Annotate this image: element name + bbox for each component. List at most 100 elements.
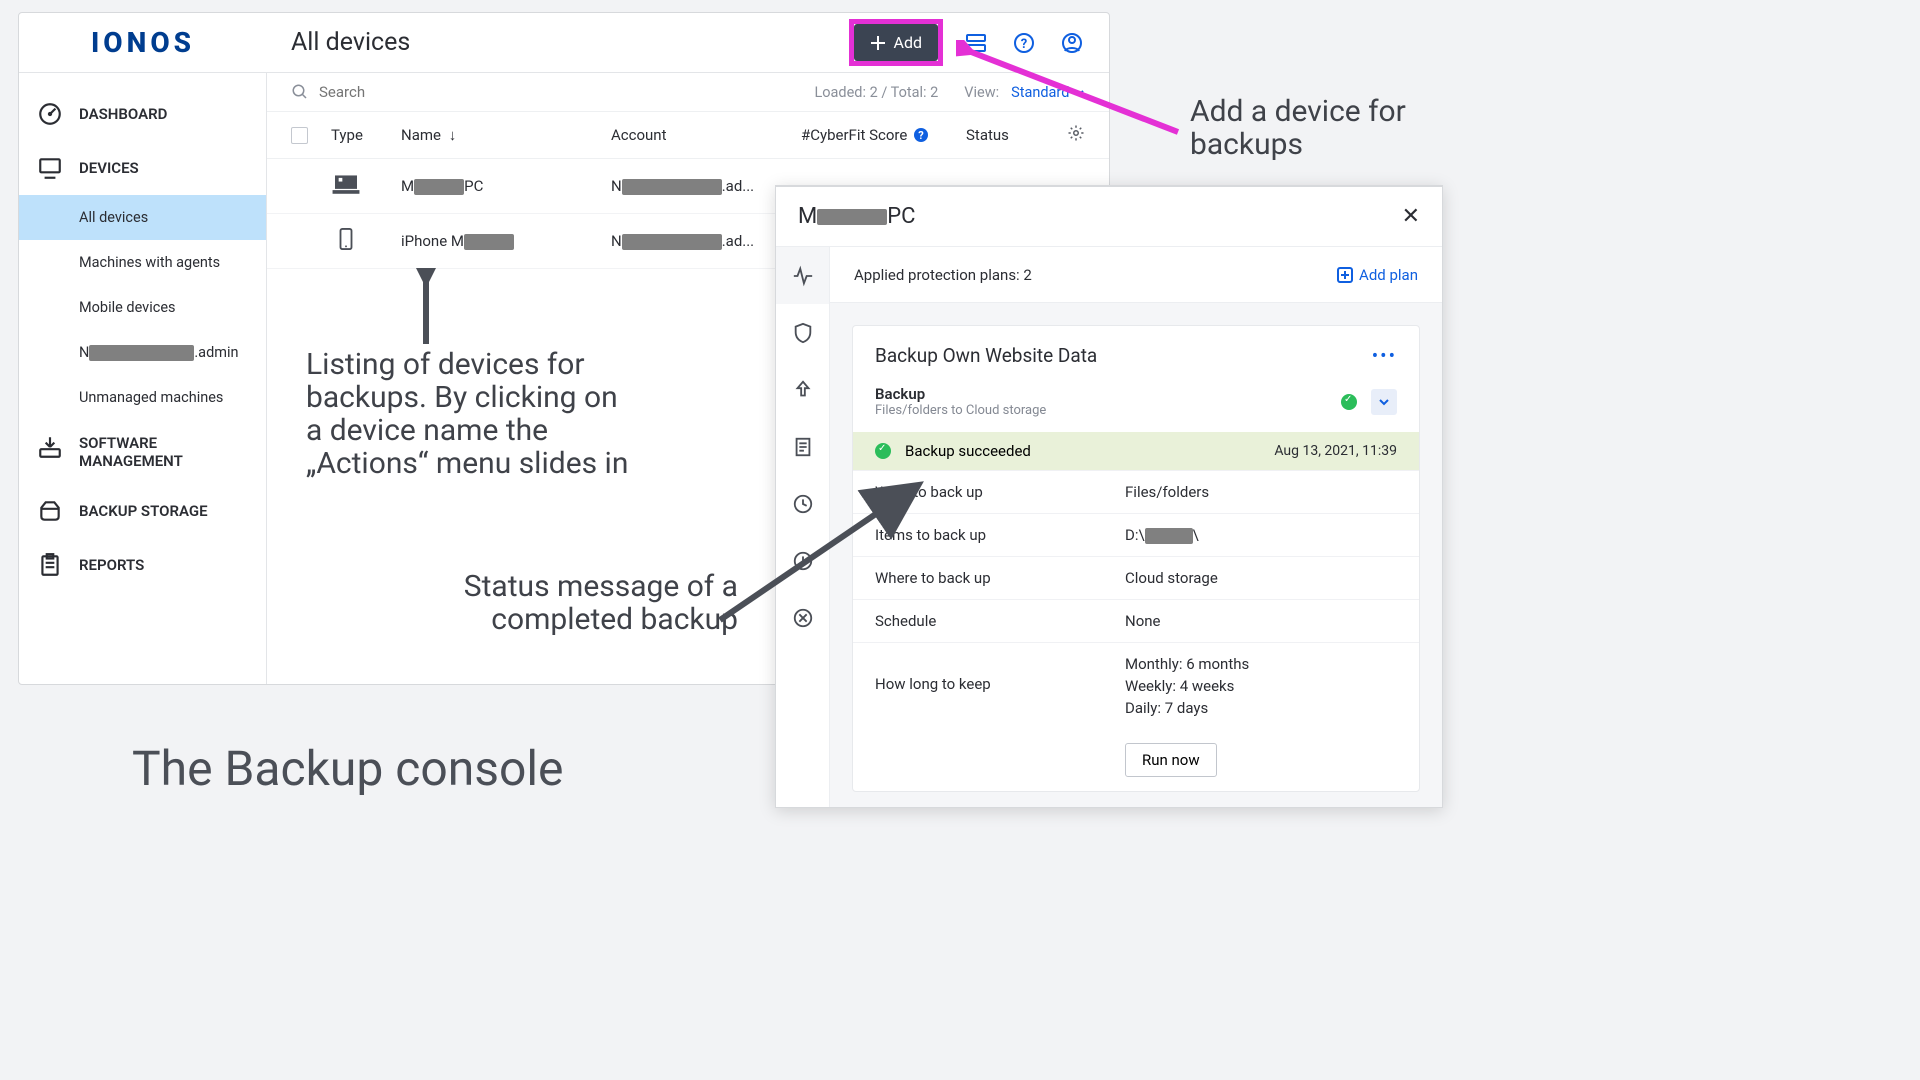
recovery-icon [792, 379, 814, 401]
type-cell [331, 173, 401, 199]
success-icon [875, 443, 891, 459]
redacted [622, 179, 722, 195]
plan-card-title-row: Backup Own Website Data ••• [853, 326, 1419, 381]
detail-label: Where to back up [875, 569, 1125, 587]
run-now-button[interactable]: Run now [1125, 743, 1217, 777]
col-cyberfit[interactable]: #CyberFit Score ? [801, 126, 966, 144]
sidebar-item-machines-agents[interactable]: Machines with agents [19, 240, 266, 285]
applied-plans-text: Applied protection plans: 2 [854, 266, 1032, 284]
search-wrap [291, 83, 802, 101]
table-header: Type Name ↓ Account #CyberFit Score ? St… [267, 112, 1109, 159]
plan-header: Applied protection plans: 2 Add plan [830, 247, 1442, 303]
detail-label: How long to keep [875, 655, 1125, 693]
select-all-checkbox[interactable] [291, 127, 331, 144]
search-icon [291, 83, 309, 101]
detail-row-keep: How long to keep Monthly: 6 months Weekl… [853, 642, 1419, 729]
redacted [464, 234, 514, 250]
detail-row-items: Items to back up D:\\ [853, 513, 1419, 556]
success-timestamp: Aug 13, 2021, 11:39 [1274, 443, 1397, 459]
chevron-down-icon [1073, 87, 1085, 99]
sidebar-item-all-devices[interactable]: All devices [19, 195, 266, 240]
tab-receipt[interactable] [776, 418, 829, 475]
redacted [89, 345, 194, 361]
tab-protection[interactable] [776, 304, 829, 361]
panel-content: Applied protection plans: 2 Add plan Bac… [830, 247, 1442, 807]
search-input[interactable] [319, 83, 519, 101]
panel-title-row: MPC ✕ [776, 187, 1442, 247]
plus-box-icon [1337, 267, 1353, 283]
add-button[interactable]: Add [854, 24, 938, 61]
logo: IONOS [19, 13, 267, 73]
redacted [817, 209, 887, 225]
sidebar-item-label: DASHBOARD [79, 105, 167, 123]
help-icon[interactable]: ? [1009, 28, 1039, 58]
loaded-count: Loaded: 2 / Total: 2 [814, 84, 938, 101]
tab-history[interactable] [776, 475, 829, 532]
page-title: All devices [267, 28, 849, 57]
col-status[interactable]: Status [966, 126, 1066, 144]
detail-row-where: Where to back up Cloud storage [853, 556, 1419, 599]
details-panel: MPC ✕ Applied protection plans: 2 Add pl… [775, 185, 1443, 808]
clipboard-icon [37, 552, 63, 578]
tab-recovery[interactable] [776, 361, 829, 418]
add-plan-button[interactable]: Add plan [1337, 266, 1418, 284]
detail-label: What to back up [875, 483, 1125, 501]
col-name[interactable]: Name ↓ [401, 126, 611, 144]
sidebar-item-mobile-devices[interactable]: Mobile devices [19, 285, 266, 330]
phone-icon [331, 228, 361, 250]
add-button-highlight: Add [849, 19, 943, 66]
tab-alerts[interactable] [776, 532, 829, 589]
success-message: Backup succeeded [905, 442, 1031, 460]
table-settings[interactable] [1066, 124, 1085, 146]
name-cell: MPC [401, 177, 611, 195]
receipt-icon [792, 436, 814, 458]
col-type[interactable]: Type [331, 126, 401, 144]
backup-desc: Files/folders to Cloud storage [875, 403, 1046, 418]
sidebar-item-reports[interactable]: REPORTS [19, 538, 266, 592]
name-cell: iPhone M [401, 232, 611, 250]
svg-text:?: ? [1021, 37, 1027, 52]
plan-menu-icon[interactable]: ••• [1372, 344, 1397, 367]
header-actions: Add ? [849, 19, 1109, 66]
detail-value: D:\\ [1125, 526, 1397, 544]
view-dropdown[interactable]: Standard [1011, 84, 1085, 101]
sidebar-item-software[interactable]: SOFTWARE MANAGEMENT [19, 420, 266, 484]
account-icon[interactable] [1057, 28, 1087, 58]
sidebar-item-dashboard[interactable]: DASHBOARD [19, 87, 266, 141]
download-icon [37, 434, 63, 460]
backup-section-header: Backup Files/folders to Cloud storage [853, 381, 1419, 432]
shield-icon [792, 322, 814, 344]
sort-down-icon: ↓ [449, 126, 457, 144]
account-cell: N.ad... [611, 232, 801, 250]
panel-tabs [776, 247, 830, 807]
status-ok-icon [1341, 394, 1357, 410]
gauge-icon [37, 101, 63, 127]
info-icon[interactable]: ? [913, 127, 929, 143]
sidebar-item-label: Machines with agents [79, 254, 220, 271]
sidebar-item-label: Unmanaged machines [79, 389, 223, 406]
sidebar-item-label: REPORTS [79, 556, 144, 574]
sidebar-item-label: Mobile devices [79, 299, 176, 316]
monitor-icon [37, 155, 63, 181]
chevron-down-icon [1378, 396, 1390, 408]
sidebar-item-unmanaged[interactable]: Unmanaged machines [19, 375, 266, 420]
close-icon[interactable]: ✕ [1402, 204, 1420, 229]
redacted [1145, 528, 1193, 544]
plus-icon [870, 35, 886, 51]
sidebar-item-backup-storage[interactable]: BACKUP STORAGE [19, 484, 266, 538]
layout-icon[interactable] [961, 28, 991, 58]
detail-row-schedule: Schedule None [853, 599, 1419, 642]
expand-toggle[interactable] [1371, 389, 1397, 415]
detail-value: None [1125, 612, 1397, 630]
alert-icon [792, 550, 814, 572]
sidebar-item-devices[interactable]: DEVICES [19, 141, 266, 195]
toolbar-row: Loaded: 2 / Total: 2 View: Standard [267, 73, 1109, 112]
col-account[interactable]: Account [611, 126, 801, 144]
add-button-label: Add [894, 33, 922, 52]
sidebar-item-label: All devices [79, 209, 148, 226]
sidebar-item-admin[interactable]: N.admin [19, 330, 266, 375]
tab-delete[interactable] [776, 589, 829, 646]
backup-label: Backup [875, 385, 1046, 403]
tab-activity[interactable] [776, 247, 829, 304]
detail-label: Items to back up [875, 526, 1125, 544]
